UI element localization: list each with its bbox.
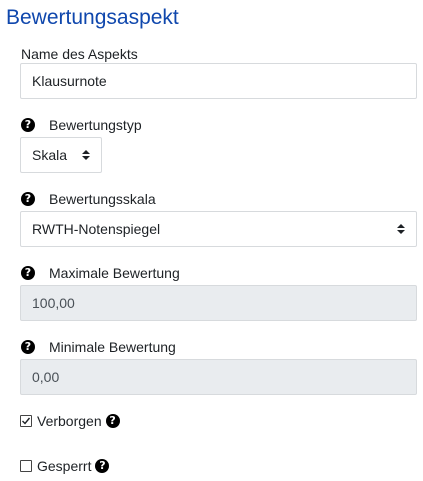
min-input: 0,00	[20, 359, 417, 395]
hidden-checkbox[interactable]	[20, 415, 32, 427]
name-label: Name des Aspekts	[21, 46, 138, 62]
help-icon[interactable]: ?	[21, 266, 35, 280]
locked-checkbox-label[interactable]: Gesperrt	[37, 457, 91, 475]
scale-label: Bewertungsskala	[49, 191, 156, 207]
help-icon[interactable]: ?	[21, 118, 35, 132]
max-input: 100,00	[20, 285, 417, 321]
hidden-checkbox-label[interactable]: Verborgen	[37, 412, 102, 430]
hidden-checkbox-row: Verborgen ?	[20, 412, 120, 430]
type-label: Bewertungstyp	[49, 117, 142, 133]
help-icon[interactable]: ?	[105, 414, 120, 428]
page-title: Bewertungsaspekt	[6, 6, 179, 29]
type-label-row: ? Bewertungstyp	[21, 116, 142, 134]
scale-select[interactable]: RWTH-Notenspiegel	[20, 211, 417, 247]
max-label-row: ? Maximale Bewertung	[21, 264, 180, 282]
type-select[interactable]: Skala	[20, 137, 102, 173]
locked-checkbox[interactable]	[20, 460, 32, 472]
scale-select-value: RWTH-Notenspiegel	[32, 221, 161, 237]
scale-label-row: ? Bewertungsskala	[21, 190, 156, 208]
max-label: Maximale Bewertung	[49, 265, 180, 281]
help-icon[interactable]: ?	[21, 340, 35, 354]
locked-checkbox-row: Gesperrt ?	[20, 457, 110, 475]
help-icon[interactable]: ?	[21, 192, 35, 206]
name-input[interactable]: Klausurnote	[20, 63, 417, 99]
help-icon[interactable]: ?	[95, 459, 110, 473]
min-label-row: ? Minimale Bewertung	[21, 338, 176, 356]
select-arrows-icon	[397, 212, 405, 246]
min-label: Minimale Bewertung	[49, 339, 176, 355]
checkmark-icon	[22, 417, 31, 425]
type-select-value: Skala	[32, 147, 68, 163]
select-arrows-icon	[82, 138, 90, 172]
